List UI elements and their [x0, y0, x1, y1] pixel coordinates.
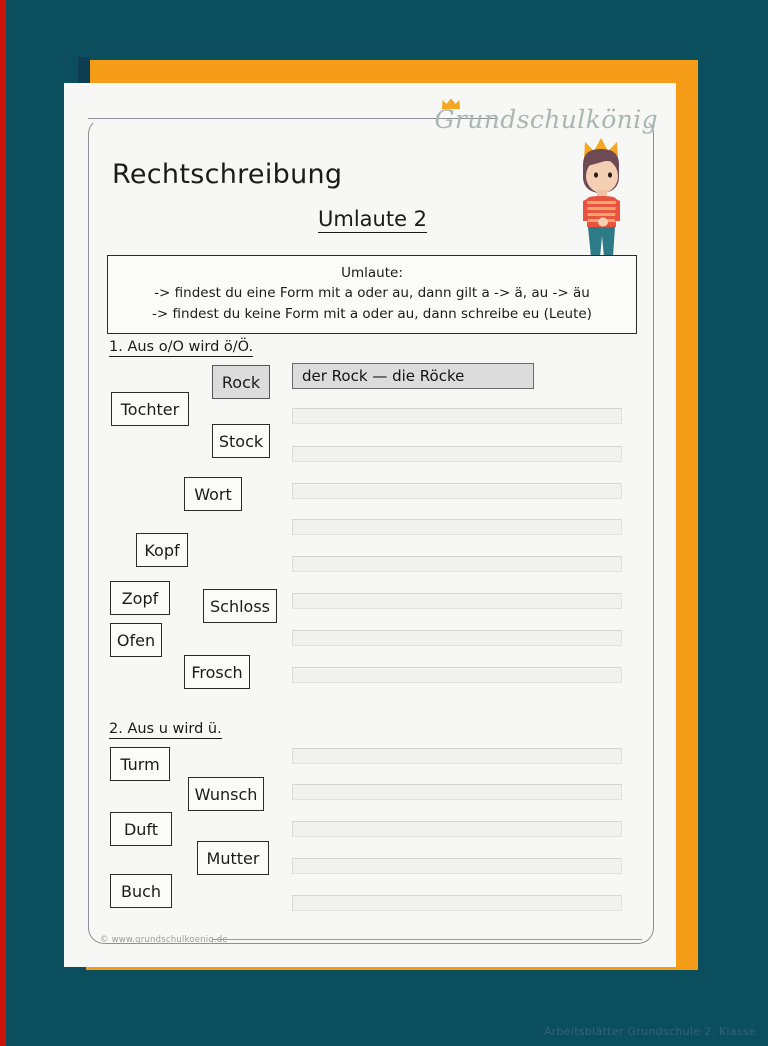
crown-icon [441, 98, 460, 109]
copyright-notice: © www.grundschulkoenig.de [100, 935, 228, 945]
section-1-answer-line[interactable] [292, 483, 622, 499]
word-chip-duft[interactable]: Duft [110, 812, 172, 846]
section-1-answer-line[interactable] [292, 556, 622, 572]
section-2-answer-line[interactable] [292, 895, 622, 911]
word-chip-buch[interactable]: Buch [110, 874, 172, 908]
section-2-answer-line[interactable] [292, 821, 622, 837]
example-answer-field[interactable]: der Rock — die Röcke [292, 363, 534, 389]
section-1-answer-line[interactable] [292, 408, 622, 424]
brand-logo: Grundschulkönig [434, 98, 658, 134]
section-1-answer-line[interactable] [292, 630, 622, 646]
section-2-heading: 2. Aus u wird ü. [109, 721, 222, 739]
section-1-answer-line[interactable] [292, 593, 622, 609]
section-1-heading: 1. Aus o/O wird ö/Ö. [109, 339, 254, 357]
word-chip-wunsch[interactable]: Wunsch [188, 777, 264, 811]
page-title: Rechtschreibung [112, 159, 343, 190]
section-2-answer-line[interactable] [292, 748, 622, 764]
section-1-answer-line[interactable] [292, 446, 622, 462]
rule-box-line-1: -> findest du eine Form mit a oder au, d… [154, 285, 590, 302]
word-chip-ofen[interactable]: Ofen [110, 623, 162, 657]
word-chip-stock[interactable]: Stock [212, 424, 270, 458]
word-chip-turm[interactable]: Turm [110, 747, 170, 781]
word-chip-frosch[interactable]: Frosch [184, 655, 250, 689]
word-chip-mutter[interactable]: Mutter [197, 841, 269, 875]
rule-box-title: Umlaute: [341, 265, 403, 281]
page-subtitle: Umlaute 2 [318, 207, 428, 233]
worksheet-page: Grundschulkönig Rechtschreibung Umlaute … [64, 83, 676, 967]
left-edge-strip [0, 0, 6, 1046]
section-2-answer-line[interactable] [292, 784, 622, 800]
section-1-answer-line[interactable] [292, 667, 622, 683]
section-1-answer-line[interactable] [292, 519, 622, 535]
word-chip-wort[interactable]: Wort [184, 477, 242, 511]
word-chip-schloss[interactable]: Schloss [203, 589, 277, 623]
rule-box: Umlaute: -> findest du eine Form mit a o… [107, 255, 637, 334]
word-chip-tochter[interactable]: Tochter [111, 392, 189, 426]
site-watermark: Arbeitsblätter Grundschule 2. Klasse [543, 1025, 756, 1038]
word-chip-zopf[interactable]: Zopf [110, 581, 170, 615]
footer-rule-line [212, 939, 642, 940]
mascot-king-boy-illustration [583, 138, 620, 260]
word-chip-rock[interactable]: Rock [212, 365, 270, 399]
section-2-answer-line[interactable] [292, 858, 622, 874]
word-chip-kopf[interactable]: Kopf [136, 533, 188, 567]
brand-logo-text: Grundschulkönig [434, 105, 658, 134]
rule-box-line-2: -> findest du keine Form mit a oder au, … [152, 305, 592, 322]
